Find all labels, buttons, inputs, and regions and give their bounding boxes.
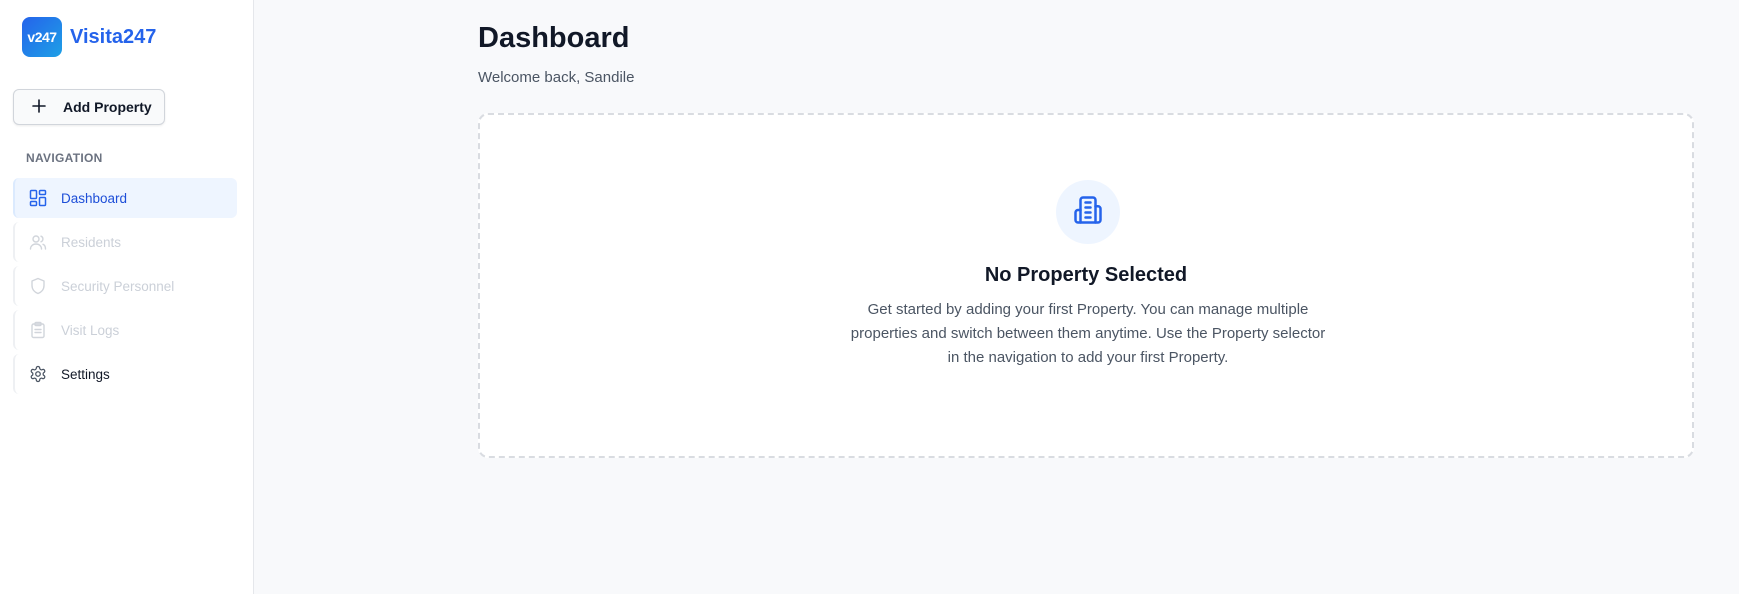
empty-state-card: No Property Selected Get started by addi…: [478, 113, 1694, 458]
sidebar: v247 Visita247 Add Property NAVIGATION D…: [0, 0, 254, 594]
sidebar-item-label: Security Personnel: [61, 278, 175, 294]
sidebar-item-label: Residents: [61, 234, 122, 250]
sidebar-item-label: Settings: [61, 366, 110, 382]
empty-state-icon-wrap: [1056, 180, 1120, 244]
app-root: v247 Visita247 Add Property NAVIGATION D…: [0, 0, 1739, 594]
add-property-label: Add Property: [63, 99, 152, 115]
brand-logo: v247: [22, 17, 62, 57]
empty-state-description: Get started by adding your first Propert…: [850, 301, 1326, 366]
plus-icon: [32, 98, 46, 116]
sidebar-item-settings[interactable]: Settings: [13, 354, 237, 394]
page-subtitle: Welcome back, Sandile: [478, 69, 635, 86]
sidebar-item-dashboard[interactable]: Dashboard: [13, 178, 237, 218]
page-title: Dashboard: [478, 22, 630, 54]
sidebar-item-label: Visit Logs: [61, 322, 120, 338]
gear-icon: [29, 365, 47, 383]
sidebar-item-label: Dashboard: [61, 190, 128, 206]
layout-grid-icon: [29, 189, 47, 207]
sidebar-item-security-personnel[interactable]: Security Personnel: [13, 266, 237, 306]
brand-name: Visita247: [70, 25, 157, 48]
add-property-button[interactable]: Add Property: [13, 89, 165, 125]
shield-icon: [29, 277, 47, 295]
sidebar-item-visit-logs[interactable]: Visit Logs: [13, 310, 237, 350]
main-content: Dashboard Welcome back, Sandile No Prope…: [254, 0, 1739, 594]
nav-heading: NAVIGATION: [26, 151, 103, 165]
sidebar-item-residents[interactable]: Residents: [13, 222, 237, 262]
clipboard-icon: [29, 321, 47, 339]
empty-state-title: No Property Selected: [984, 264, 1188, 286]
sidebar-nav: Dashboard Residents Security Personnel V…: [13, 178, 237, 398]
users-icon: [29, 233, 47, 251]
brand[interactable]: v247 Visita247: [22, 17, 156, 57]
building-icon: [1073, 195, 1103, 230]
